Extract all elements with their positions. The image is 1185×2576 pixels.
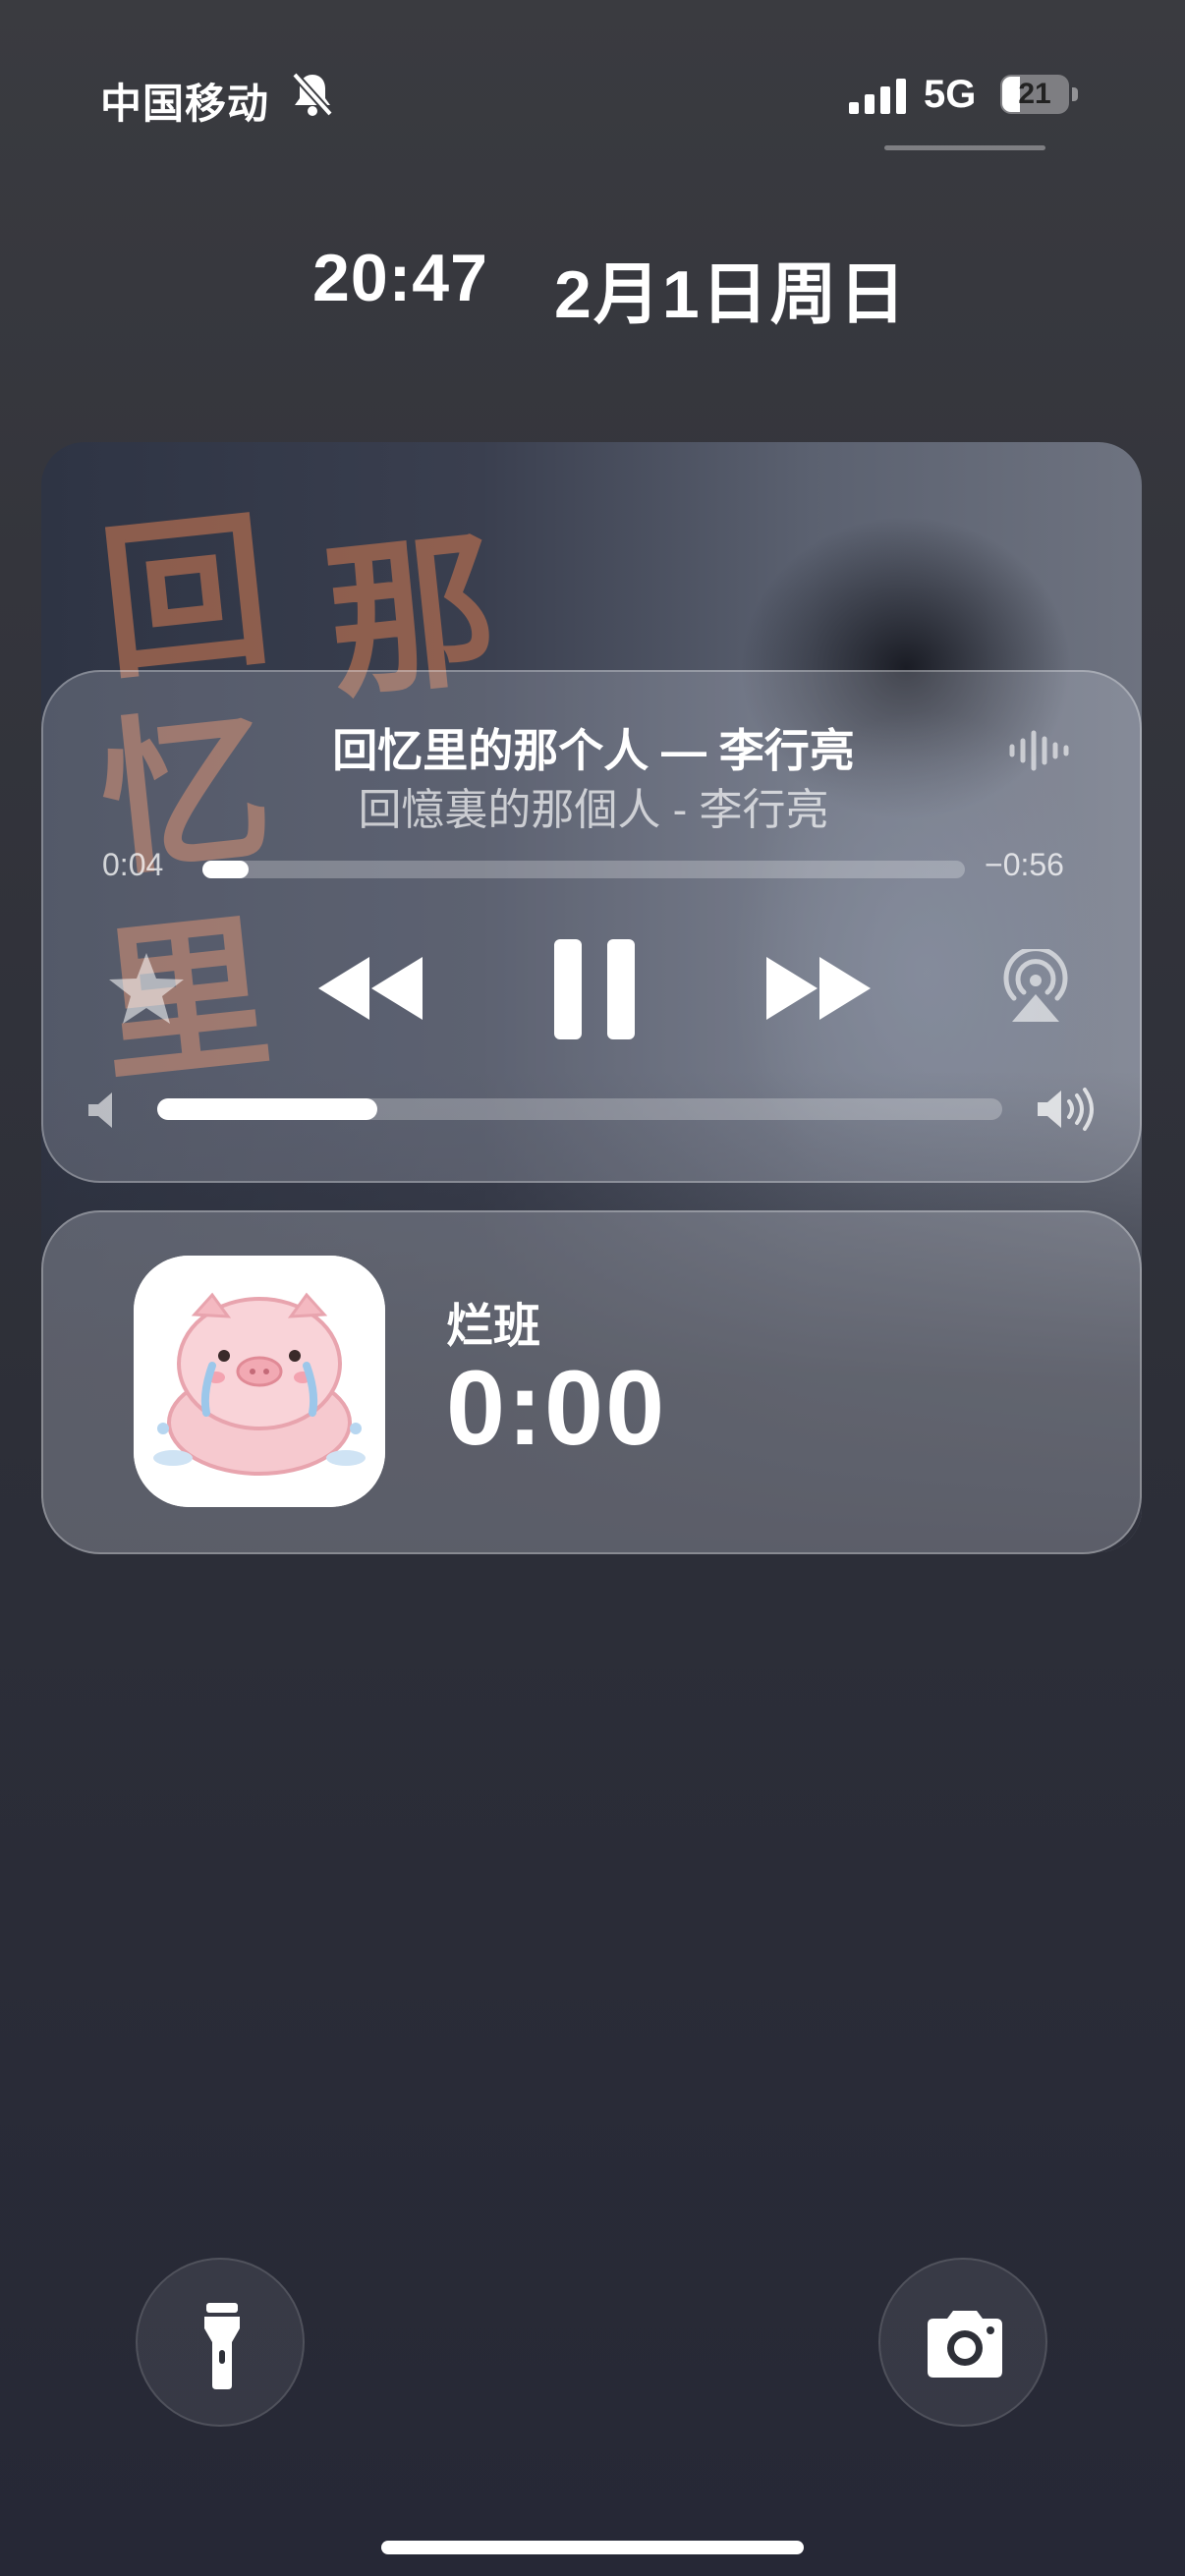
pause-icon[interactable]: [552, 937, 637, 1041]
fast-forward-icon[interactable]: [762, 953, 875, 1024]
silent-bell-icon: [292, 72, 333, 117]
volume-fill: [157, 1098, 377, 1120]
volume-slider[interactable]: [157, 1098, 1002, 1120]
camera-button[interactable]: [878, 2258, 1047, 2427]
flashlight-button[interactable]: [136, 2258, 305, 2427]
volume-high-icon: [1038, 1088, 1094, 1131]
flashlight-icon: [204, 2303, 240, 2389]
progress-fill: [202, 861, 249, 878]
remaining-time: −0:56: [985, 847, 1064, 882]
camera-icon: [928, 2311, 1002, 2378]
status-underline: [884, 145, 1045, 150]
carrier-name: 中国移动: [100, 81, 270, 127]
signal-icon: [849, 79, 906, 114]
volume-low-icon: [88, 1092, 112, 1128]
activity-timer-value: 0:00: [446, 1348, 667, 1467]
status-bar: 中国移动 5G 21: [0, 0, 1185, 157]
battery-level: 21: [1018, 78, 1051, 110]
song-subtitle: 回憶裏的那個人 - 李行亮: [358, 786, 829, 834]
lock-time: 20:47: [312, 241, 488, 315]
now-playing-card[interactable]: 回忆里的那个人 — 李行亮 回憶裏的那個人 - 李行亮 0:04 −0:56: [41, 670, 1142, 1183]
star-icon[interactable]: [106, 949, 187, 1030]
rewind-icon[interactable]: [314, 953, 426, 1024]
network-type: 5G: [924, 73, 977, 116]
playback-progress-bar[interactable]: [202, 861, 965, 878]
live-activity-card[interactable]: 烂班 0:00: [41, 1210, 1142, 1554]
pig-icon: [134, 1256, 385, 1507]
elapsed-time: 0:04: [102, 847, 164, 882]
app-icon: [134, 1256, 385, 1507]
audio-waveform-icon: [1009, 730, 1069, 771]
lock-date: 2月1日周日: [554, 257, 908, 332]
airplay-icon[interactable]: [1000, 949, 1071, 1024]
song-title: 回忆里的那个人 — 李行亮: [332, 725, 855, 776]
home-indicator[interactable]: [381, 2541, 804, 2554]
battery-icon: 21: [1000, 75, 1079, 116]
